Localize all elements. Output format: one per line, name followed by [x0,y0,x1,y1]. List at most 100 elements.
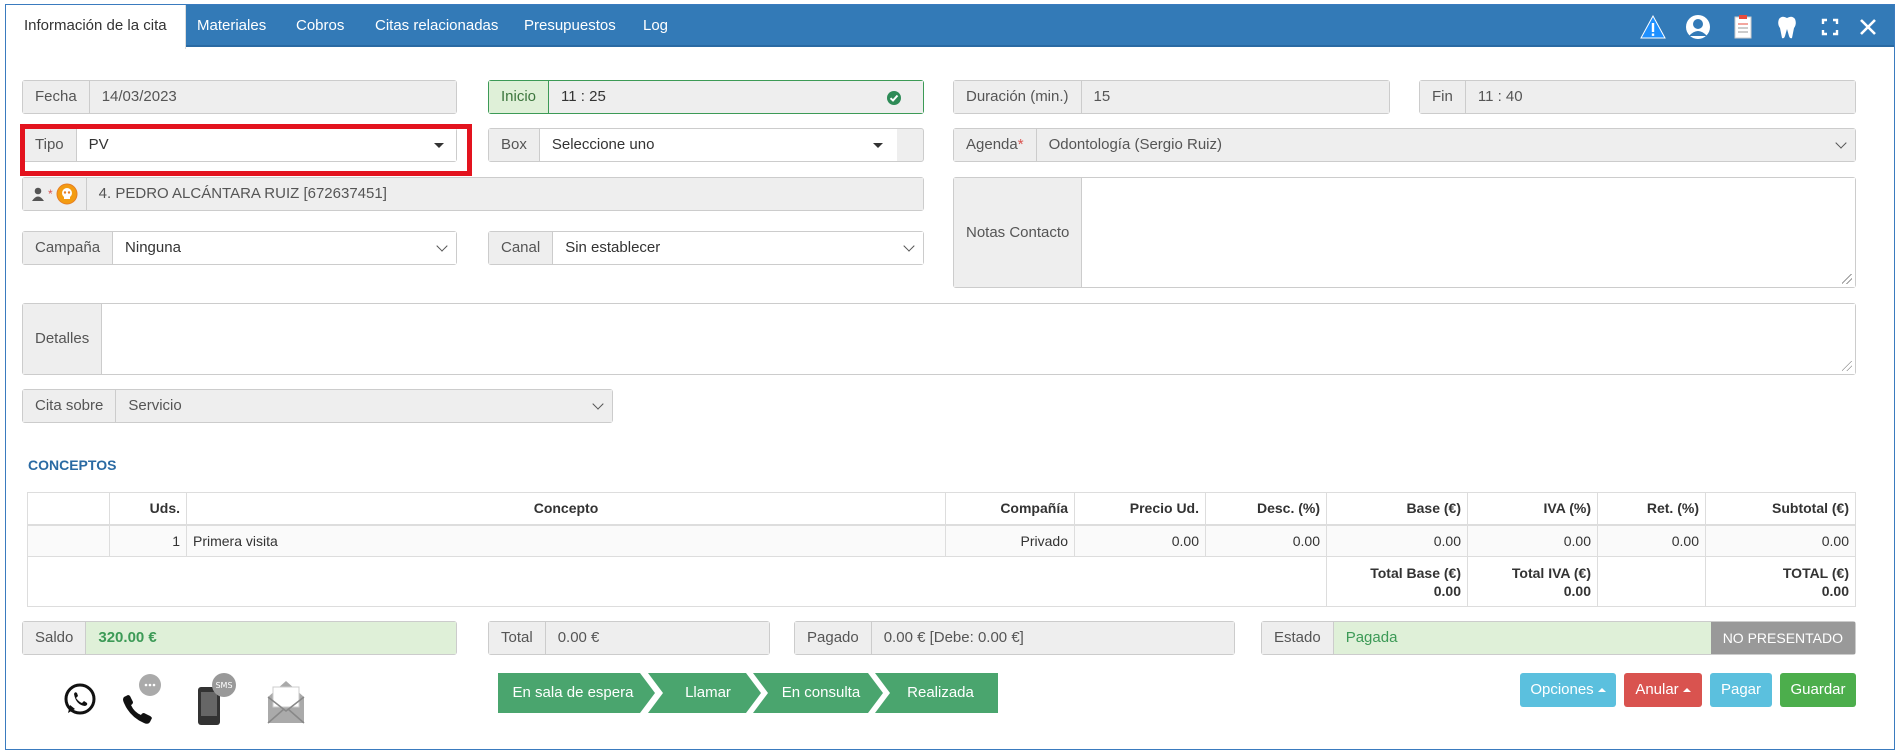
phone-icon[interactable] [118,673,162,727]
caret-down-icon [873,143,883,148]
saldo-label: Saldo [23,622,87,654]
expand-icon[interactable] [1817,14,1843,40]
total-cell: TOTAL (€) 0.00 [1705,556,1856,607]
duracion-value[interactable]: 15 [1081,81,1389,113]
col-header-iva[interactable]: IVA (%) [1467,492,1598,526]
estado-value: Pagada [1333,622,1711,654]
detalles-input[interactable] [102,304,1855,374]
fin-value[interactable]: 11 : 40 [1465,81,1855,113]
anular-button[interactable]: Anular [1624,673,1702,707]
box-select[interactable]: Seleccione uno [539,129,897,161]
total-value: 0.00 € [545,622,769,654]
total-field: Total 0.00 € [488,621,770,655]
resize-handle-icon[interactable] [1842,274,1852,284]
paciente-field[interactable]: * 4. PEDRO ALCÁNTARA RUIZ [672637451] [22,177,924,211]
totals-row: Total Base (€) 0.00 Total IVA (€) 0.00 TOT… [27,556,1856,607]
total-label: Total [489,622,546,654]
tab-cobros[interactable]: Cobros [278,5,362,47]
resize-handle-icon[interactable] [1842,361,1852,371]
inicio-field[interactable]: Inicio 11 : 25 [488,80,924,114]
campana-field[interactable]: Campaña Ninguna [22,231,457,265]
cita-sobre-label: Cita sobre [23,390,117,422]
patient-alert-icon[interactable] [56,183,78,205]
cell-uds: 1 [109,524,187,557]
col-header-select [27,492,110,526]
step-sala-espera[interactable]: En sala de espera [498,673,648,713]
duracion-field[interactable]: Duración (min.) 15 [953,80,1390,114]
sms-icon[interactable]: SMS [196,673,240,727]
estado-badge: NO PRESENTADO [1710,622,1855,654]
notas-contacto-label: Notas Contacto [954,178,1083,287]
whatsapp-icon[interactable] [58,673,102,727]
col-header-precio[interactable]: Precio Ud. [1074,492,1206,526]
cita-sobre-field[interactable]: Cita sobre Servicio [22,389,613,423]
cita-sobre-select[interactable]: Servicio [116,390,612,422]
email-icon[interactable] [264,673,308,727]
estado-field: Estado Pagada NO PRESENTADO [1261,621,1856,655]
box-field[interactable]: Box Seleccione uno [488,128,924,162]
table-header-row: Uds. Concepto Compañía Precio Ud. Desc. … [27,492,1856,526]
total-base-cell: Total Base (€) 0.00 [1326,556,1468,607]
tab-bar: Información de la cita Materiales Cobros… [6,5,1894,49]
pagado-label: Pagado [795,622,872,654]
tooth-icon[interactable] [1774,14,1800,40]
canal-field[interactable]: Canal Sin establecer [488,231,924,265]
clipboard-icon[interactable] [1730,14,1756,40]
totals-spacer [27,556,1327,607]
col-header-concepto[interactable]: Concepto [186,492,946,526]
fecha-field[interactable]: Fecha 14/03/2023 [22,80,457,114]
canal-select[interactable]: Sin establecer [553,232,923,264]
conceptos-table: Uds. Concepto Compañía Precio Ud. Desc. … [27,492,1856,607]
caret-up-icon [1597,688,1606,693]
fin-field[interactable]: Fin 11 : 40 [1419,80,1856,114]
check-circle-icon [887,91,901,105]
opciones-button[interactable]: Opciones [1520,673,1616,707]
tab-presupuestos[interactable]: Presupuestos [506,5,634,47]
col-header-subtotal[interactable]: Subtotal (€) [1705,492,1856,526]
col-header-descuento[interactable]: Desc. (%) [1205,492,1327,526]
person-icon [32,187,44,201]
step-realizada[interactable]: Realizada [883,673,998,713]
fecha-label: Fecha [23,81,90,113]
cell-select[interactable] [27,524,110,557]
user-icon[interactable] [1685,14,1711,40]
warning-icon[interactable] [1640,14,1666,40]
tab-citas-relacionadas[interactable]: Citas relacionadas [357,5,516,47]
fecha-value[interactable]: 14/03/2023 [89,81,456,113]
detalles-field[interactable]: Detalles [22,303,1856,375]
paciente-value[interactable]: 4. PEDRO ALCÁNTARA RUIZ [672637451] [86,178,923,210]
svg-text:SMS: SMS [215,681,232,690]
step-llamar[interactable]: Llamar [653,673,763,713]
saldo-value: 320.00 € [86,622,456,654]
tab-log[interactable]: Log [625,5,686,47]
detalles-label: Detalles [23,304,103,374]
agenda-select[interactable]: Odontología (Sergio Ruiz) [1036,129,1855,161]
cell-ret: 0.00 [1597,524,1706,557]
cell-descuento: 0.00 [1205,524,1327,557]
appointment-dialog: Información de la cita Materiales Cobros… [5,4,1895,750]
guardar-button[interactable]: Guardar [1780,673,1856,707]
col-header-uds[interactable]: Uds. [109,492,187,526]
campana-select[interactable]: Ninguna [113,232,456,264]
tab-informacion-cita[interactable]: Información de la cita [6,5,186,49]
agenda-label: Agenda* [954,129,1037,161]
agenda-field[interactable]: Agenda* Odontología (Sergio Ruiz) [953,128,1856,162]
paciente-addon: * [23,178,87,210]
step-en-consulta[interactable]: En consulta [760,673,882,713]
table-row[interactable]: 1 Primera visita Privado 0.00 0.00 0.00 … [27,524,1856,557]
tab-materiales[interactable]: Materiales [179,5,284,47]
pagar-button[interactable]: Pagar [1710,673,1772,707]
close-icon[interactable] [1855,14,1881,40]
col-header-ret[interactable]: Ret. (%) [1597,492,1706,526]
col-header-base[interactable]: Base (€) [1326,492,1468,526]
saldo-field: Saldo 320.00 € [22,621,457,655]
canal-label: Canal [489,232,554,264]
col-header-compania[interactable]: Compañía [945,492,1075,526]
notas-contacto-field[interactable]: Notas Contacto [953,177,1856,288]
notas-contacto-input[interactable] [1082,178,1855,287]
cell-compania: Privado [945,524,1075,557]
inicio-value[interactable]: 11 : 25 [549,81,923,113]
conceptos-title: CONCEPTOS [28,457,117,473]
total-ret-spacer [1597,556,1706,607]
estado-label: Estado [1262,622,1334,654]
